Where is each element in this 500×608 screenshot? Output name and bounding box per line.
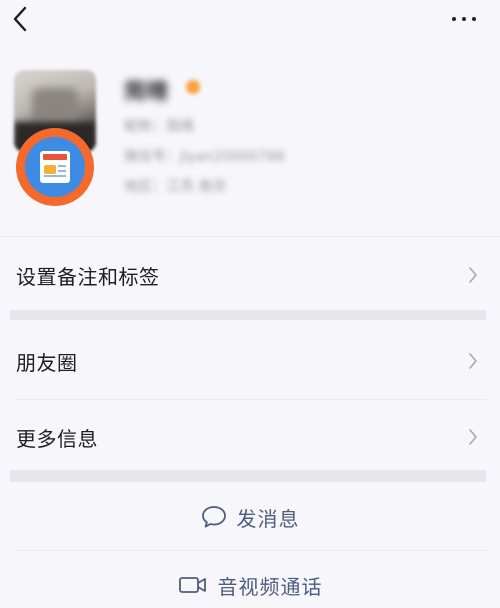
more-dots-icon [452, 17, 456, 21]
chevron-right-icon [469, 429, 477, 445]
remark-tags-label: 设置备注和标签 [16, 264, 160, 289]
newspaper-header [43, 154, 67, 160]
chevron-left-icon [13, 6, 27, 32]
video-call-label: 音视频通话 [217, 574, 323, 599]
news-app-icon [16, 128, 94, 206]
video-call-button[interactable]: 音视频通话 [0, 554, 500, 608]
back-button[interactable] [8, 4, 36, 34]
app-badge-inner [25, 137, 85, 197]
wechat-id-text: 微信号：Jiyan20000786 [124, 149, 286, 165]
newspaper-icon [40, 151, 70, 183]
contact-profile-screen: 简晴 昵称：简晴 微信号：Jiyan20000786 地区：江苏 南京 设置备注… [0, 0, 500, 608]
gender-icon [186, 80, 200, 94]
newspaper-line [58, 170, 66, 172]
remark-tags-row[interactable]: 设置备注和标签 [0, 236, 500, 314]
chevron-right-icon [469, 353, 477, 369]
more-dot [462, 17, 466, 21]
moments-row[interactable]: 朋友圈 [0, 322, 500, 400]
more-info-label: 更多信息 [16, 426, 98, 451]
newspaper-line [58, 165, 66, 167]
video-camera-icon [178, 577, 206, 593]
chat-bubble-icon [201, 506, 226, 528]
newspaper-image [44, 165, 56, 174]
moments-label: 朋友圈 [16, 350, 78, 375]
section-gap [10, 470, 486, 482]
nickname-text: 昵称：简晴 [124, 119, 194, 135]
more-dot [472, 17, 476, 21]
send-message-button[interactable]: 发消息 [0, 486, 500, 548]
contact-name: 简晴 [124, 80, 169, 105]
chevron-right-icon [469, 267, 477, 283]
more-info-row[interactable]: 更多信息 [0, 398, 500, 476]
region-text: 地区：江苏 南京 [124, 179, 227, 195]
more-options-button[interactable] [448, 6, 480, 32]
newspaper-line [44, 175, 66, 177]
section-gap [10, 310, 486, 320]
send-message-label: 发消息 [236, 506, 300, 531]
divider [16, 550, 486, 551]
